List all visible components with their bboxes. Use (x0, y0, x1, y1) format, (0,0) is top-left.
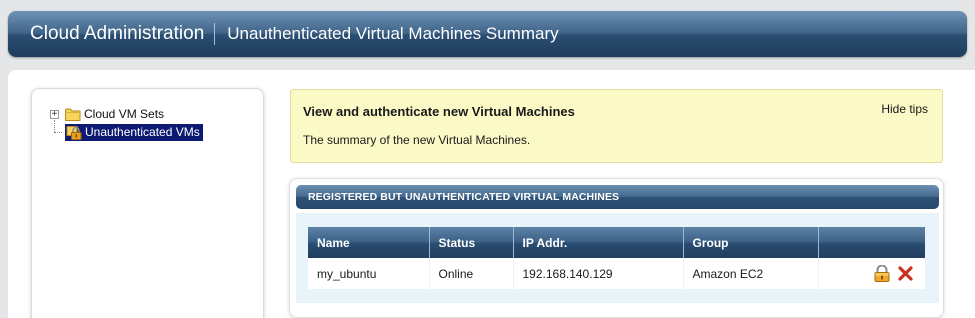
tree-item-cloud-vm-sets[interactable]: + Cloud VM Sets (50, 105, 203, 123)
table-row[interactable]: my_ubuntu Online 192.168.140.129 Amazon … (308, 258, 925, 289)
app-header: Cloud Administration Unauthenticated Vir… (8, 11, 967, 57)
tree-item-unauthenticated-vms[interactable]: Unauthenticated VMs (50, 120, 203, 141)
column-header-ip[interactable]: IP Addr. (513, 227, 684, 258)
tips-text: The summary of the new Virtual Machines. (303, 133, 531, 147)
unauthenticated-vms-section: REGISTERED BUT UNAUTHENTICATED VIRTUAL M… (289, 178, 944, 318)
vm-table-container: Name Status IP Addr. Group my_ubuntu Onl… (296, 213, 939, 303)
vm-ip-cell: 192.168.140.129 (513, 258, 684, 289)
tree-selection-highlight: Unauthenticated VMs (65, 123, 203, 141)
hide-tips-link[interactable]: Hide tips (881, 102, 928, 116)
delete-x-icon[interactable] (898, 266, 913, 281)
vm-table: Name Status IP Addr. Group my_ubuntu Onl… (308, 227, 925, 289)
page-title: Unauthenticated Virtual Machines Summary (227, 24, 559, 43)
app-title: Cloud Administration (30, 23, 205, 44)
tips-box: View and authenticate new Virtual Machin… (290, 89, 943, 163)
vm-name-cell: my_ubuntu (308, 258, 430, 289)
vm-group-cell: Amazon EC2 (683, 258, 819, 289)
lock-icon (66, 125, 82, 140)
column-header-name[interactable]: Name (308, 227, 430, 258)
section-header: REGISTERED BUT UNAUTHENTICATED VIRTUAL M… (296, 185, 939, 209)
vm-actions-cell (818, 258, 925, 289)
column-header-actions (818, 227, 925, 258)
column-header-status[interactable]: Status (429, 227, 514, 258)
table-header-row: Name Status IP Addr. Group (308, 227, 925, 258)
folder-icon (65, 108, 81, 121)
vm-status-cell: Online (429, 258, 514, 289)
navigation-tree-panel: + Cloud VM Sets Unauthenticated VMs (31, 88, 264, 318)
header-separator (214, 23, 216, 45)
authenticate-lock-icon[interactable] (874, 265, 890, 282)
navigation-tree: + Cloud VM Sets Unauthenticated VMs (50, 105, 203, 141)
tree-item-label: Cloud VM Sets (84, 107, 165, 121)
tips-title: View and authenticate new Virtual Machin… (303, 104, 575, 119)
expand-toggle-icon[interactable]: + (50, 109, 59, 119)
column-header-group[interactable]: Group (683, 227, 819, 258)
tree-item-label: Unauthenticated VMs (85, 125, 200, 139)
row-actions (828, 265, 926, 282)
tree-branch-line (50, 120, 62, 141)
